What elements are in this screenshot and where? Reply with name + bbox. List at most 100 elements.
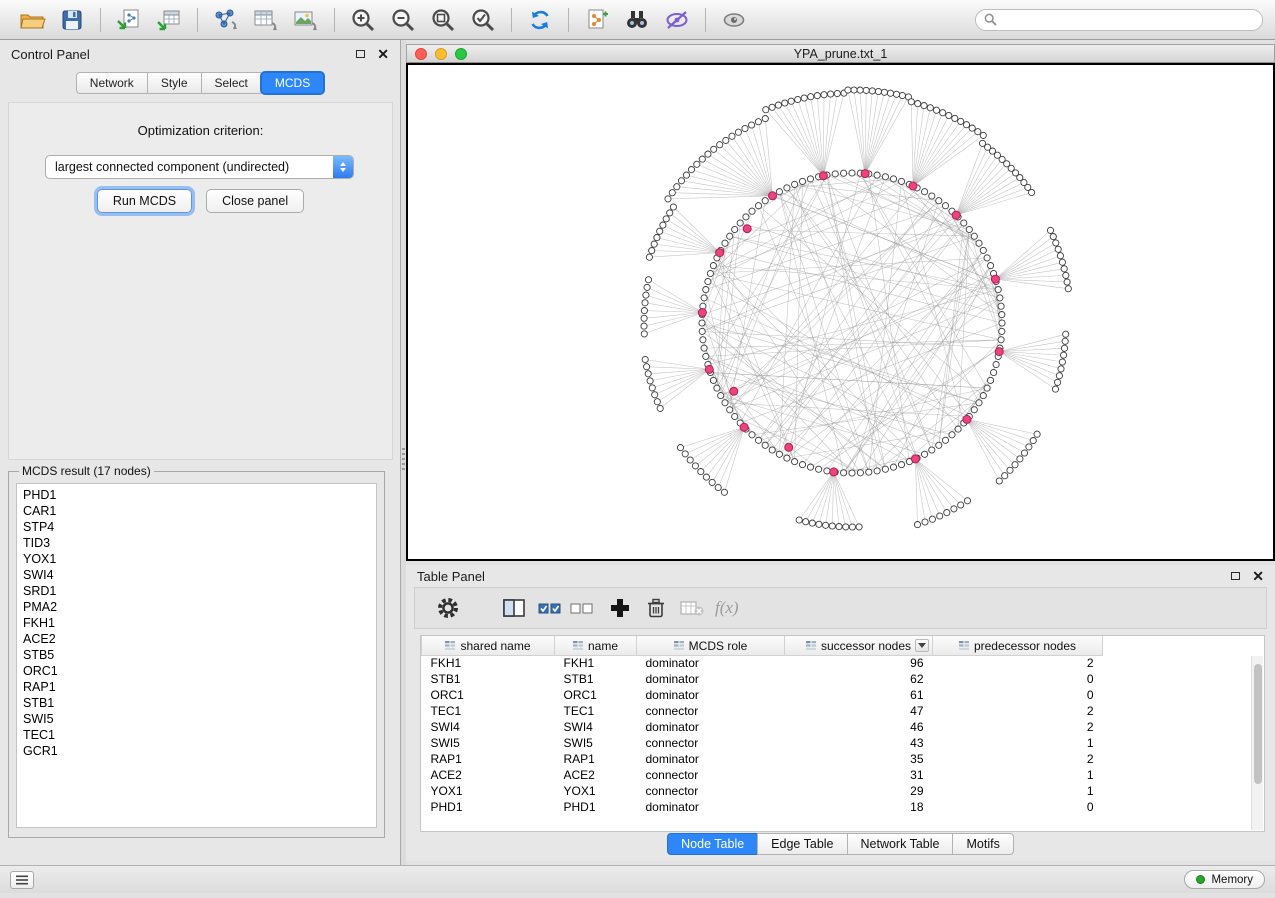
network-node[interactable] bbox=[937, 513, 943, 519]
network-node[interactable] bbox=[1007, 467, 1013, 473]
network-node[interactable] bbox=[958, 118, 964, 124]
network-node[interactable] bbox=[701, 345, 707, 351]
network-node[interactable] bbox=[828, 91, 834, 97]
network-node[interactable] bbox=[729, 133, 735, 139]
import-network-button[interactable] bbox=[109, 4, 149, 36]
float-table-panel-icon[interactable] bbox=[1231, 572, 1240, 580]
table-row[interactable]: ORC1ORC1dominator610 bbox=[422, 687, 1103, 703]
export-image-button[interactable] bbox=[286, 4, 326, 36]
network-node[interactable] bbox=[1055, 246, 1061, 252]
network-node[interactable] bbox=[643, 292, 649, 298]
network-node[interactable] bbox=[732, 413, 738, 419]
network-node[interactable] bbox=[707, 270, 713, 276]
refresh-view-button[interactable] bbox=[520, 4, 560, 36]
network-node[interactable] bbox=[649, 248, 655, 254]
deselect-all-columns-button[interactable] bbox=[567, 593, 597, 623]
network-node[interactable] bbox=[717, 142, 723, 148]
network-node[interactable] bbox=[1065, 286, 1071, 292]
network-node[interactable] bbox=[874, 468, 880, 474]
network-node[interactable] bbox=[715, 484, 721, 490]
network-node[interactable] bbox=[814, 93, 820, 99]
network-node[interactable] bbox=[703, 287, 709, 293]
network-node[interactable] bbox=[857, 87, 863, 93]
network-node[interactable] bbox=[936, 442, 942, 448]
dominator-node[interactable] bbox=[740, 423, 748, 431]
network-node[interactable] bbox=[949, 432, 955, 438]
network-node[interactable] bbox=[801, 95, 807, 101]
network-node[interactable] bbox=[921, 103, 927, 109]
network-node[interactable] bbox=[849, 524, 855, 530]
network-node[interactable] bbox=[1021, 450, 1027, 456]
network-node[interactable] bbox=[834, 90, 840, 96]
mcds-result-item[interactable]: STB5 bbox=[17, 647, 376, 663]
table-row[interactable]: STB1STB1dominator620 bbox=[422, 671, 1103, 687]
network-node[interactable] bbox=[995, 287, 1001, 293]
network-node[interactable] bbox=[678, 178, 684, 184]
table-row[interactable]: SWI5SWI5connector431 bbox=[422, 735, 1103, 751]
network-node[interactable] bbox=[940, 110, 946, 116]
network-node[interactable] bbox=[881, 89, 887, 95]
network-node[interactable] bbox=[654, 399, 660, 405]
network-node[interactable] bbox=[1061, 345, 1067, 351]
network-node[interactable] bbox=[1063, 272, 1069, 278]
network-node[interactable] bbox=[784, 455, 790, 461]
network-node[interactable] bbox=[851, 87, 857, 93]
network-node[interactable] bbox=[762, 116, 768, 122]
network-canvas[interactable] bbox=[406, 63, 1275, 561]
network-node[interactable] bbox=[898, 178, 904, 184]
tab-edge-table[interactable]: Edge Table bbox=[757, 833, 846, 855]
network-node[interactable] bbox=[942, 203, 948, 209]
network-node[interactable] bbox=[1050, 234, 1056, 240]
network-node[interactable] bbox=[683, 172, 689, 178]
network-node[interactable] bbox=[961, 220, 967, 226]
network-node[interactable] bbox=[701, 295, 707, 301]
network-node[interactable] bbox=[703, 474, 709, 480]
network-node[interactable] bbox=[869, 88, 875, 94]
mcds-result-item[interactable]: GCR1 bbox=[17, 743, 376, 759]
network-node[interactable] bbox=[709, 479, 715, 485]
network-node[interactable] bbox=[677, 445, 683, 451]
network-node[interactable] bbox=[999, 328, 1005, 334]
network-node[interactable] bbox=[755, 119, 761, 125]
network-node[interactable] bbox=[1064, 279, 1070, 285]
network-node[interactable] bbox=[841, 170, 847, 176]
network-node[interactable] bbox=[980, 393, 986, 399]
close-mcds-panel-button[interactable]: Close panel bbox=[206, 189, 304, 213]
network-node[interactable] bbox=[929, 447, 935, 453]
dominator-node[interactable] bbox=[785, 443, 793, 451]
dominator-node[interactable] bbox=[911, 455, 919, 463]
network-node[interactable] bbox=[682, 451, 688, 457]
network-node[interactable] bbox=[908, 99, 914, 105]
network-node[interactable] bbox=[694, 161, 700, 167]
network-node[interactable] bbox=[799, 462, 805, 468]
dominator-node[interactable] bbox=[995, 348, 1003, 356]
network-node[interactable] bbox=[927, 105, 933, 111]
network-node[interactable] bbox=[824, 468, 830, 474]
float-panel-icon[interactable] bbox=[356, 50, 365, 58]
network-node[interactable] bbox=[651, 241, 657, 247]
network-node[interactable] bbox=[952, 115, 958, 121]
tab-node-table[interactable]: Node Table bbox=[667, 833, 757, 855]
network-node[interactable] bbox=[836, 524, 842, 530]
table-row[interactable]: YOX1YOX1connector291 bbox=[422, 783, 1103, 799]
network-node[interactable] bbox=[841, 470, 847, 476]
network-node[interactable] bbox=[1061, 266, 1067, 272]
network-node[interactable] bbox=[721, 489, 727, 495]
maximize-window-button[interactable] bbox=[455, 48, 467, 60]
network-node[interactable] bbox=[1056, 373, 1062, 379]
network-node[interactable] bbox=[922, 519, 928, 525]
run-mcds-button[interactable]: Run MCDS bbox=[97, 189, 192, 213]
network-node[interactable] bbox=[823, 522, 829, 528]
column-header-successor-nodes[interactable]: successor nodes bbox=[785, 636, 933, 655]
network-node[interactable] bbox=[979, 140, 985, 146]
mcds-result-item[interactable]: STP4 bbox=[17, 519, 376, 535]
network-node[interactable] bbox=[776, 451, 782, 457]
network-node[interactable] bbox=[669, 190, 675, 196]
show-details-button[interactable] bbox=[714, 4, 754, 36]
network-node[interactable] bbox=[966, 226, 972, 232]
network-node[interactable] bbox=[644, 364, 650, 370]
network-node[interactable] bbox=[727, 407, 733, 413]
network-node[interactable] bbox=[782, 100, 788, 106]
network-node[interactable] bbox=[762, 198, 768, 204]
network-node[interactable] bbox=[843, 524, 849, 530]
